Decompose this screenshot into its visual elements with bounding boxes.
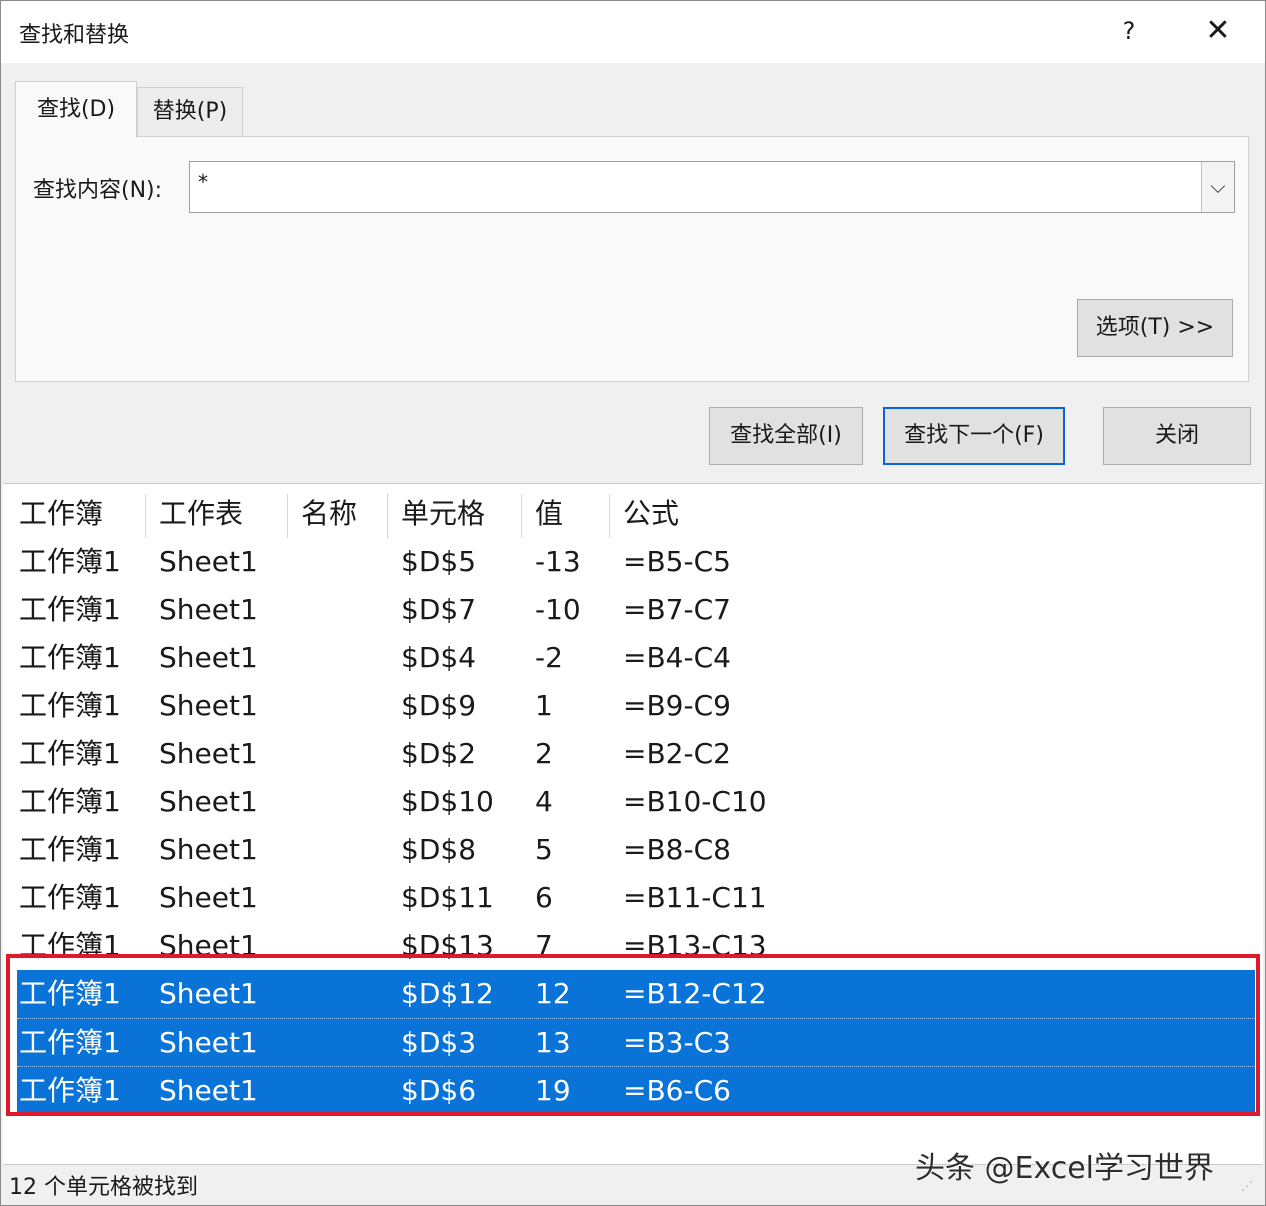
result-row[interactable]: 工作簿1 Sheet1 $D$4 -2 =B4-C4 xyxy=(3,634,1263,682)
value-cell: 5 xyxy=(535,833,553,866)
highlight-annotation-box xyxy=(6,954,1260,1116)
workbook-cell: 工作簿1 xyxy=(19,833,121,866)
find-what-label: 查找内容(N): xyxy=(33,178,163,203)
value-cell: -10 xyxy=(535,593,581,626)
result-row[interactable]: 工作簿1 Sheet1 $D$2 2 =B2-C2 xyxy=(3,730,1263,778)
workbook-cell: 工作簿1 xyxy=(19,689,121,722)
formula-cell: =B8-C8 xyxy=(623,833,731,866)
column-divider[interactable] xyxy=(609,494,610,538)
address-cell: $D$5 xyxy=(401,545,477,578)
formula-cell: =B2-C2 xyxy=(623,737,731,770)
resize-grip-icon[interactable]: ⋰ xyxy=(1241,1180,1261,1201)
formula-cell: =B5-C5 xyxy=(623,545,731,578)
formula-cell: =B7-C7 xyxy=(623,593,731,626)
header-sheet[interactable]: 工作表 xyxy=(159,492,243,540)
value-cell: 6 xyxy=(535,881,553,914)
result-row[interactable]: 工作簿1 Sheet1 $D$10 4 =B10-C10 xyxy=(3,778,1263,826)
value-cell: -2 xyxy=(535,641,563,674)
header-workbook[interactable]: 工作簿 xyxy=(19,492,103,540)
column-divider[interactable] xyxy=(387,494,388,538)
header-name[interactable]: 名称 xyxy=(301,492,357,540)
close-icon[interactable]: ✕ xyxy=(1195,11,1241,51)
workbook-cell: 工作簿1 xyxy=(19,785,121,818)
tab-find[interactable]: 查找(D) xyxy=(15,81,137,138)
address-cell: $D$8 xyxy=(401,833,477,866)
value-cell: 4 xyxy=(535,785,553,818)
address-cell: $D$4 xyxy=(401,641,477,674)
sheet-cell: Sheet1 xyxy=(159,785,258,818)
window-title: 查找和替换 xyxy=(19,23,130,48)
formula-cell: =B10-C10 xyxy=(623,785,767,818)
status-text: 12 个单元格被找到 xyxy=(9,1175,198,1200)
sheet-cell: Sheet1 xyxy=(159,641,258,674)
find-what-input[interactable]: * ⌵ xyxy=(189,161,1235,213)
options-button[interactable]: 选项(T) >> xyxy=(1077,299,1233,357)
address-cell: $D$2 xyxy=(401,737,477,770)
address-cell: $D$7 xyxy=(401,593,477,626)
sheet-cell: Sheet1 xyxy=(159,737,258,770)
sheet-cell: Sheet1 xyxy=(159,689,258,722)
result-row[interactable]: 工作簿1 Sheet1 $D$9 1 =B9-C9 xyxy=(3,682,1263,730)
workbook-cell: 工作簿1 xyxy=(19,593,121,626)
find-all-button[interactable]: 查找全部(I) xyxy=(709,407,863,465)
sheet-cell: Sheet1 xyxy=(159,545,258,578)
header-cell[interactable]: 单元格 xyxy=(401,492,485,540)
workbook-cell: 工作簿1 xyxy=(19,545,121,578)
result-row[interactable]: 工作簿1 Sheet1 $D$11 6 =B11-C11 xyxy=(3,874,1263,922)
find-next-button[interactable]: 查找下一个(F) xyxy=(883,407,1065,465)
value-cell: 1 xyxy=(535,689,553,722)
formula-cell: =B9-C9 xyxy=(623,689,731,722)
value-cell: -13 xyxy=(535,545,581,578)
address-cell: $D$11 xyxy=(401,881,494,914)
sheet-cell: Sheet1 xyxy=(159,881,258,914)
column-divider[interactable] xyxy=(145,494,146,538)
workbook-cell: 工作簿1 xyxy=(19,641,121,674)
result-row[interactable]: 工作簿1 Sheet1 $D$8 5 =B8-C8 xyxy=(3,826,1263,874)
chevron-down-icon[interactable]: ⌵ xyxy=(1201,162,1234,212)
title-bar: 查找和替换 ? ✕ xyxy=(1,1,1265,63)
workbook-cell: 工作簿1 xyxy=(19,737,121,770)
watermark: 头条 @Excel学习世界 xyxy=(915,1151,1215,1186)
result-row[interactable]: 工作簿1 Sheet1 $D$5 -13 =B5-C5 xyxy=(3,538,1263,586)
column-divider[interactable] xyxy=(287,494,288,538)
result-row[interactable]: 工作簿1 Sheet1 $D$7 -10 =B7-C7 xyxy=(3,586,1263,634)
sheet-cell: Sheet1 xyxy=(159,593,258,626)
header-formula[interactable]: 公式 xyxy=(623,492,679,540)
column-divider[interactable] xyxy=(521,494,522,538)
tab-replace[interactable]: 替换(P) xyxy=(137,87,243,136)
value-cell: 2 xyxy=(535,737,553,770)
workbook-cell: 工作簿1 xyxy=(19,881,121,914)
formula-cell: =B4-C4 xyxy=(623,641,731,674)
find-replace-dialog: 查找和替换 ? ✕ 查找(D) 替换(P) 查找内容(N): * ⌵ 选项(T)… xyxy=(0,0,1266,1206)
address-cell: $D$9 xyxy=(401,689,477,722)
help-button[interactable]: ? xyxy=(1107,11,1151,51)
results-header: 工作簿 工作表 名称 单元格 值 公式 xyxy=(3,492,1263,540)
header-value[interactable]: 值 xyxy=(535,492,563,540)
formula-cell: =B11-C11 xyxy=(623,881,767,914)
close-button[interactable]: 关闭 xyxy=(1103,407,1251,465)
find-what-value[interactable]: * xyxy=(198,170,208,194)
address-cell: $D$10 xyxy=(401,785,494,818)
sheet-cell: Sheet1 xyxy=(159,833,258,866)
